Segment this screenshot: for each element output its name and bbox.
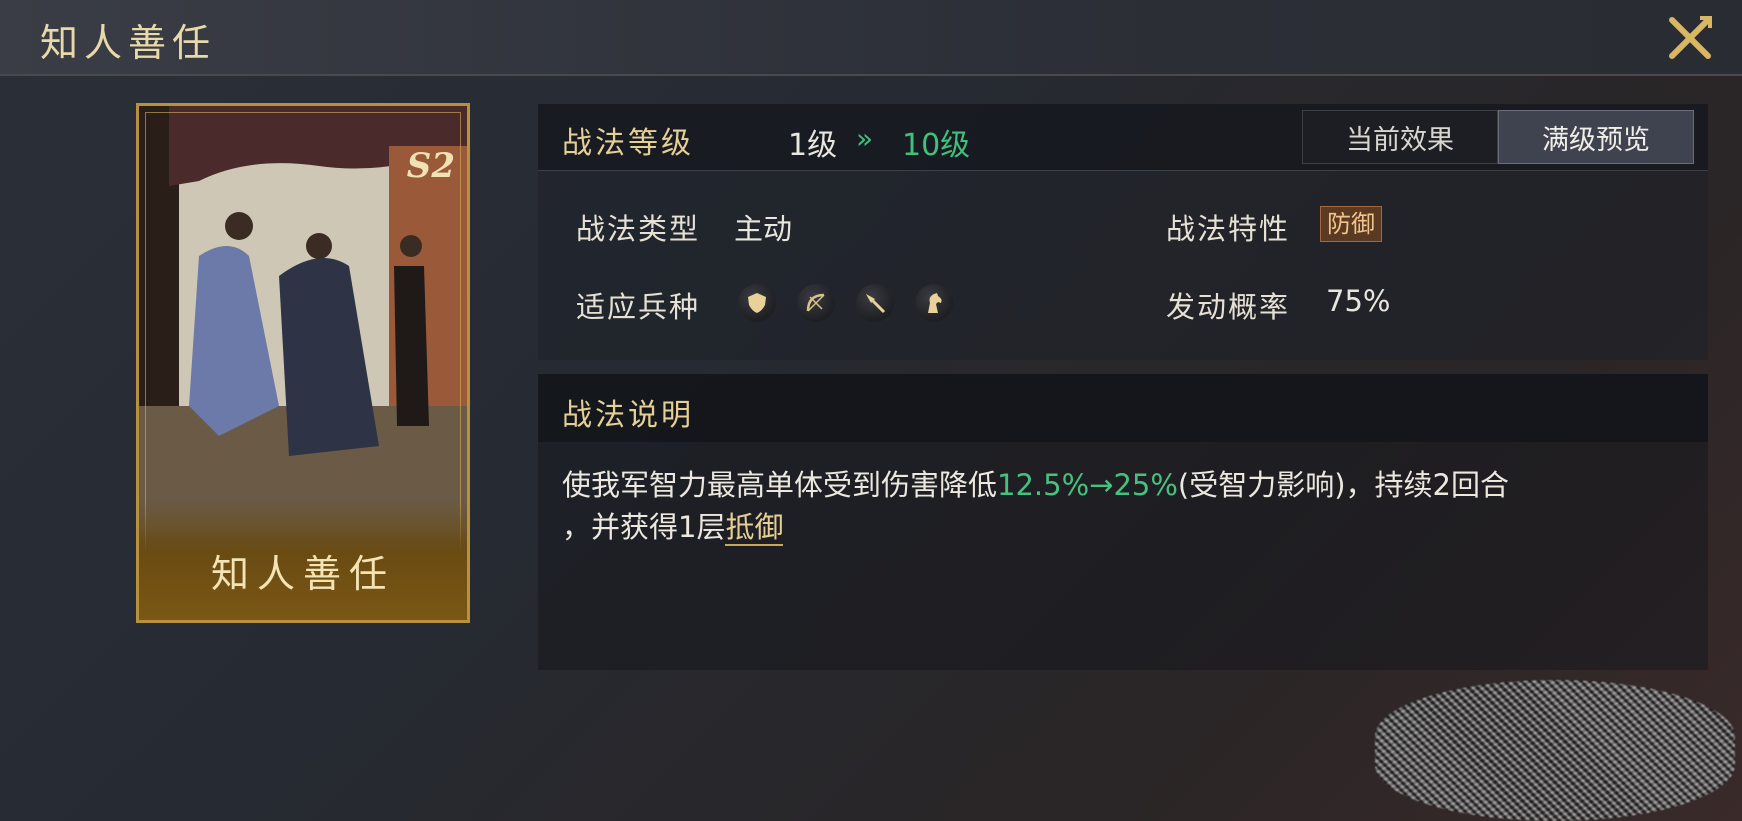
level-to: 10级 [902, 128, 971, 163]
close-button[interactable] [1660, 10, 1720, 66]
desc-part1: 使我军智力最高单体受到伤害降低 [562, 468, 998, 502]
card-name: 知人善任 [210, 552, 395, 596]
trait-label: 战法特性 [1166, 212, 1291, 246]
level-label: 战法等级 [562, 126, 694, 161]
shield-icon[interactable] [738, 284, 776, 322]
units-label: 适应兵种 [576, 290, 701, 324]
horse-icon[interactable] [915, 284, 953, 322]
description-header: 战法说明 [538, 374, 1708, 442]
desc-part2: (受智力影响)，持续2回合 [1177, 468, 1509, 502]
tab-current-effect[interactable]: 当前效果 [1302, 110, 1498, 164]
level-from: 1级 [788, 128, 838, 163]
type-value: 主动 [734, 212, 793, 246]
page-title: 知人善任 [40, 21, 217, 65]
desc-highlight-value: 12.5%→25% [997, 468, 1178, 502]
rate-label: 发动概率 [1166, 290, 1291, 324]
spear-icon[interactable] [856, 284, 894, 322]
desc-part3: ，并获得1层 [562, 510, 726, 544]
type-label: 战法类型 [576, 212, 701, 246]
bow-icon[interactable] [797, 284, 835, 322]
tab-max-preview[interactable]: 满级预览 [1498, 110, 1694, 164]
season-badge: S2 [406, 146, 455, 186]
double-chevron-right-icon: » [856, 122, 874, 155]
rate-value: 75% [1326, 284, 1391, 318]
description-text: 使我军智力最高单体受到伤害降低12.5%→25%(受智力影响)，持续2回合 ，并获… [562, 464, 1692, 548]
tactic-card: S2 知人善任 [136, 103, 470, 623]
close-icon [1669, 16, 1712, 59]
trait-badge: 防御 [1320, 206, 1382, 242]
description-panel: 战法说明 使我军智力最高单体受到伤害降低12.5%→25%(受智力影响)，持续2… [538, 374, 1708, 670]
title-bar: 知人善任 [0, 0, 1742, 76]
description-title: 战法说明 [562, 398, 694, 433]
tactic-info-panel: 战法等级 1级 » 10级 当前效果 满级预览 [538, 104, 1708, 360]
noise-patch [1375, 680, 1735, 821]
level-header: 战法等级 1级 » 10级 当前效果 满级预览 [538, 104, 1708, 171]
keyword-link-resist[interactable]: 抵御 [725, 510, 784, 546]
